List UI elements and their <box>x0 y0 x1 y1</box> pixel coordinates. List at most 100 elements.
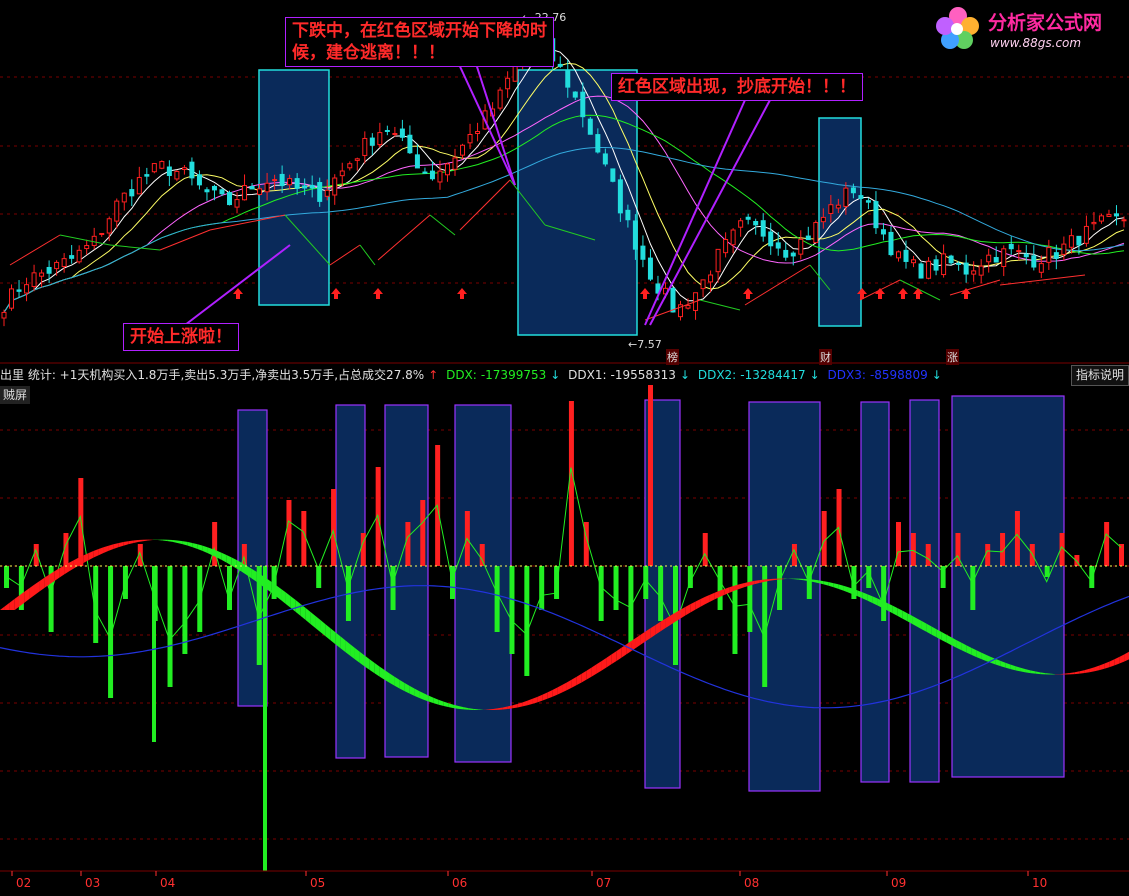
ribbon-segment-red <box>606 654 612 668</box>
candle-body <box>993 257 999 263</box>
candle-body <box>369 137 375 146</box>
ribbon-segment-red <box>724 587 730 595</box>
candle-body <box>835 204 841 209</box>
candle-body <box>204 189 210 193</box>
ddx-bar-up <box>568 401 574 566</box>
ddx-bar-down <box>717 566 723 610</box>
candle-body <box>460 144 466 156</box>
candle-body <box>91 235 97 246</box>
candle-body <box>354 158 360 161</box>
ribbon-segment-red <box>34 581 40 596</box>
logo-title: 分析家公式网 <box>988 12 1103 34</box>
candle-body <box>54 261 60 270</box>
ribbon-segment-red <box>0 606 5 610</box>
ribbon-segment-green <box>202 545 208 553</box>
ribbon-segment-red <box>1069 672 1075 675</box>
ribbon-segment-red <box>1114 657 1120 666</box>
ddx-bar-down <box>613 566 619 610</box>
x-tick-label: 02 <box>16 876 31 890</box>
candle-body <box>497 89 503 109</box>
ribbon-segment-red <box>123 541 129 546</box>
ddx-bar-up <box>241 544 247 566</box>
ribbon-segment-green <box>892 605 898 616</box>
trend-arrow-line <box>109 244 161 251</box>
ribbon-segment-green <box>320 620 326 637</box>
ribbon-segment-red <box>700 596 706 607</box>
ribbon-segment-green <box>226 555 232 566</box>
ribbon-segment-red <box>562 682 567 693</box>
buy-up-arrow-icon <box>331 288 341 299</box>
down-arrow-icon: ↓ <box>550 368 561 382</box>
candle-body <box>422 171 428 174</box>
ribbon-segment-red <box>695 599 701 610</box>
ribbon-segment-green <box>374 663 380 677</box>
ribbon-segment-red <box>1074 671 1080 675</box>
ddx-bar-down <box>494 566 500 632</box>
candle-body <box>272 179 278 182</box>
ddx-label: DDX: <box>446 368 477 382</box>
ddx-bar-up <box>420 500 426 566</box>
trend-arrow-line <box>429 214 456 236</box>
ribbon-segment-green <box>448 703 454 709</box>
x-tick-label: 05 <box>310 876 325 890</box>
ribbon-segment-green <box>167 539 173 542</box>
ddx-bar-up <box>702 533 708 566</box>
candle-body <box>625 209 631 221</box>
x-tick-label: 06 <box>452 876 467 890</box>
ribbon-segment-green <box>285 592 291 609</box>
ddx-bar-up <box>1119 544 1124 566</box>
ribbon-segment-red <box>571 676 577 688</box>
candle-body <box>1023 253 1029 258</box>
callout-pointer <box>649 99 771 326</box>
candle-body <box>971 270 977 275</box>
ribbon-segment-red <box>601 657 607 671</box>
ribbon-segment-red <box>54 568 60 582</box>
candle-body <box>602 153 608 165</box>
ddx-bar-up <box>1104 522 1110 566</box>
ribbon-segment-red <box>1109 659 1115 668</box>
ddx-bar-down <box>167 566 173 687</box>
candle-body <box>978 265 984 276</box>
candle-body <box>189 161 195 179</box>
ribbon-segment-red <box>29 584 35 599</box>
ddx3-label: DDX3: <box>827 368 866 382</box>
candle-body <box>174 170 180 180</box>
candle-body <box>768 231 774 247</box>
candle-body <box>760 220 766 237</box>
indicator-help-button[interactable]: 指标说明 <box>1070 365 1129 386</box>
candle-body <box>617 179 623 214</box>
ribbon-segment-green <box>946 634 952 646</box>
buy-up-arrow-icon <box>233 288 243 299</box>
candle-body <box>715 248 721 273</box>
ribbon-segment-red <box>83 552 89 563</box>
ribbon-segment-red <box>596 661 602 674</box>
buy-up-arrow-icon <box>743 288 753 299</box>
candle-body <box>1121 219 1127 222</box>
candle-body <box>39 272 45 277</box>
candle-body <box>880 229 886 235</box>
candle-body <box>963 262 969 275</box>
candle-body <box>1016 250 1022 253</box>
candle-body <box>181 167 187 171</box>
ddx-bar-down <box>806 566 812 599</box>
ddx-bar-down <box>122 566 128 599</box>
ribbon-segment-green <box>443 701 449 708</box>
fullscreen-button[interactable]: 贼屏 <box>0 386 31 404</box>
ddx-bar-down <box>263 566 267 871</box>
candle-body <box>227 192 233 206</box>
candle-body <box>437 170 443 183</box>
ribbon-segment-green <box>197 544 203 551</box>
candle-body <box>61 258 67 268</box>
candle-body <box>903 249 909 262</box>
candle-body <box>813 222 819 244</box>
ddx-bar-up <box>405 522 411 566</box>
ddx-bar-up <box>212 522 218 566</box>
ddx-bar-up <box>836 489 842 566</box>
event-marker-bang: 榜 <box>666 349 679 365</box>
ribbon-segment-red <box>690 601 696 613</box>
candle-body <box>798 238 804 255</box>
ddx-bar-down <box>732 566 738 654</box>
ribbon-segment-red <box>4 602 10 610</box>
down-arrow-icon: ↑ <box>428 368 439 382</box>
candle-body <box>249 186 255 190</box>
